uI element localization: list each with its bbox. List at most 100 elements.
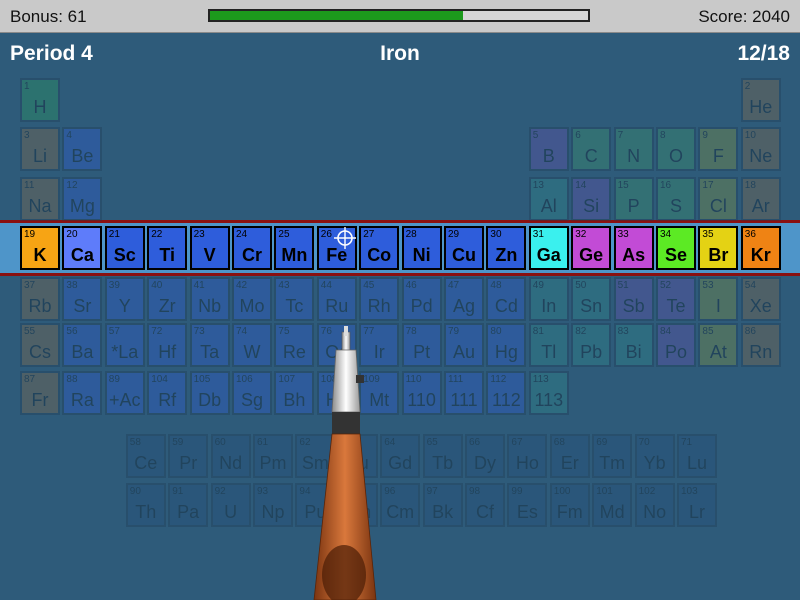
element-symbol: Pa: [177, 502, 200, 522]
element-tile[interactable]: 23 V: [189, 226, 230, 270]
element-tile: 80 Hg: [486, 323, 527, 367]
element-symbol: 111: [450, 390, 478, 410]
atomic-number: 18: [744, 180, 756, 191]
atomic-number: 2: [744, 81, 751, 92]
atomic-number: 21: [108, 229, 120, 240]
element-tile: 100 Fm: [549, 483, 590, 527]
element-tile: 45 Rh: [359, 277, 400, 321]
element-symbol: Tb: [432, 453, 454, 473]
element-tile: 57 *La: [104, 323, 145, 367]
element-tile: 67 Ho: [507, 434, 548, 478]
element-tile: 9F: [698, 127, 739, 171]
atomic-number: 103: [681, 486, 698, 497]
element-tile: 74 W: [232, 323, 272, 367]
element-tile[interactable]: 31 Ga: [528, 226, 569, 270]
atomic-number: 101: [596, 486, 613, 497]
element-symbol: 110: [407, 390, 436, 410]
atomic-number: 100: [553, 486, 571, 497]
atomic-number: 6: [575, 130, 581, 141]
element-symbol: O: [668, 146, 683, 166]
element-tile: 54 Xe: [740, 277, 781, 321]
element-tile: 4 Be: [62, 127, 103, 171]
element-tile[interactable]: 36 Kr: [740, 226, 781, 270]
element-symbol: 113: [534, 390, 564, 410]
element-symbol: N: [627, 146, 641, 166]
atomic-number: 44: [320, 280, 332, 291]
atomic-number: 43: [278, 280, 290, 291]
element-tile: 83 Bi: [613, 323, 654, 367]
element-symbol: Nd: [219, 453, 243, 473]
element-symbol: F: [712, 146, 724, 166]
atomic-number: 105: [193, 374, 211, 385]
element-tile[interactable]: 30 Zn: [486, 226, 527, 270]
atomic-number: 34: [660, 229, 672, 240]
atomic-number: 32: [575, 229, 587, 240]
element-tile[interactable]: 25 Mn: [274, 226, 315, 270]
element-tile[interactable]: 24 Cr: [232, 226, 272, 270]
element-tile: 58 Ce: [125, 434, 166, 478]
element-tile: 42 Mo: [232, 277, 272, 321]
element-tile[interactable]: 27 Co: [359, 226, 400, 270]
element-tile[interactable]: 20 Ca: [62, 226, 103, 270]
element-symbol: Rb: [28, 296, 52, 316]
element-symbol: Ar: [751, 196, 770, 216]
element-symbol: Mg: [69, 196, 95, 216]
element-tile[interactable]: 32 Ge: [571, 226, 612, 270]
atomic-number: 79: [448, 326, 460, 337]
element-tile: 87 Fr: [20, 371, 60, 415]
element-symbol: Tc: [285, 296, 304, 316]
element-tile: 52 Te: [656, 277, 696, 321]
element-tile[interactable]: 35 Br: [698, 226, 739, 270]
element-tile: 103 Lr: [677, 483, 717, 527]
element-symbol: Rh: [367, 296, 391, 316]
element-symbol: K: [33, 245, 47, 265]
element-symbol: Ru: [325, 296, 349, 316]
atomic-number: 10: [744, 130, 756, 141]
element-tile[interactable]: 19 K: [20, 226, 60, 270]
atomic-number: 17: [702, 180, 714, 191]
element-tile[interactable]: 21 Sc: [104, 226, 145, 270]
atomic-number: 61: [257, 437, 269, 448]
element-symbol: Ne: [749, 146, 773, 166]
element-tile[interactable]: 28 Ni: [401, 226, 442, 270]
element-tile: 105 Db: [189, 371, 230, 415]
atomic-number: 60: [214, 437, 226, 448]
element-tile: 102 No: [634, 483, 675, 527]
element-symbol: In: [541, 296, 557, 316]
element-tile: 60 Nd: [210, 434, 251, 478]
atomic-number: 99: [511, 486, 523, 497]
element-tile: 65 Tb: [422, 434, 463, 478]
atomic-number: 102: [638, 486, 656, 497]
atomic-number: 25: [278, 229, 290, 240]
element-tile: 39 Y: [104, 277, 145, 321]
element-tile[interactable]: 22 Ti: [147, 226, 188, 270]
atomic-number: 40: [151, 280, 163, 291]
element-symbol: Rf: [158, 390, 177, 410]
element-tile: 50 Sn: [571, 277, 612, 321]
periodic-table: 1 H 2 He 3 Li 4 Be 5 B 6 C 7 N 8 O 9 F 10 Ne 11 Na 12 Mg 13 Al 14 S…: [0, 0, 800, 600]
element-symbol: C: [584, 146, 598, 166]
atomic-number: 33: [617, 229, 629, 240]
element-tile: 37 Rb: [20, 277, 60, 321]
atomic-number: 69: [596, 437, 608, 448]
element-symbol: Ta: [200, 342, 220, 362]
element-tile: 81 Tl: [528, 323, 569, 367]
element-symbol: He: [749, 97, 773, 117]
element-tile[interactable]: 33 As: [613, 226, 654, 270]
element-symbol: 112: [492, 390, 521, 410]
atomic-number: 3: [24, 130, 30, 141]
element-tile: 48 Cd: [486, 277, 527, 321]
atomic-number: 24: [236, 229, 248, 240]
element-tile: 112 112: [486, 371, 527, 415]
element-symbol: Dy: [474, 453, 496, 473]
element-symbol: Pr: [179, 453, 198, 473]
element-tile: 73 Ta: [189, 323, 230, 367]
element-symbol: Ce: [134, 453, 158, 473]
atomic-number: 58: [129, 437, 141, 448]
element-symbol: Er: [560, 453, 579, 473]
element-tile[interactable]: 29 Cu: [444, 226, 484, 270]
element-tile: 78 Pt: [401, 323, 442, 367]
element-symbol: Cf: [476, 502, 494, 522]
element-tile[interactable]: 34 Se: [656, 226, 696, 270]
element-tile: 104 Rf: [147, 371, 188, 415]
